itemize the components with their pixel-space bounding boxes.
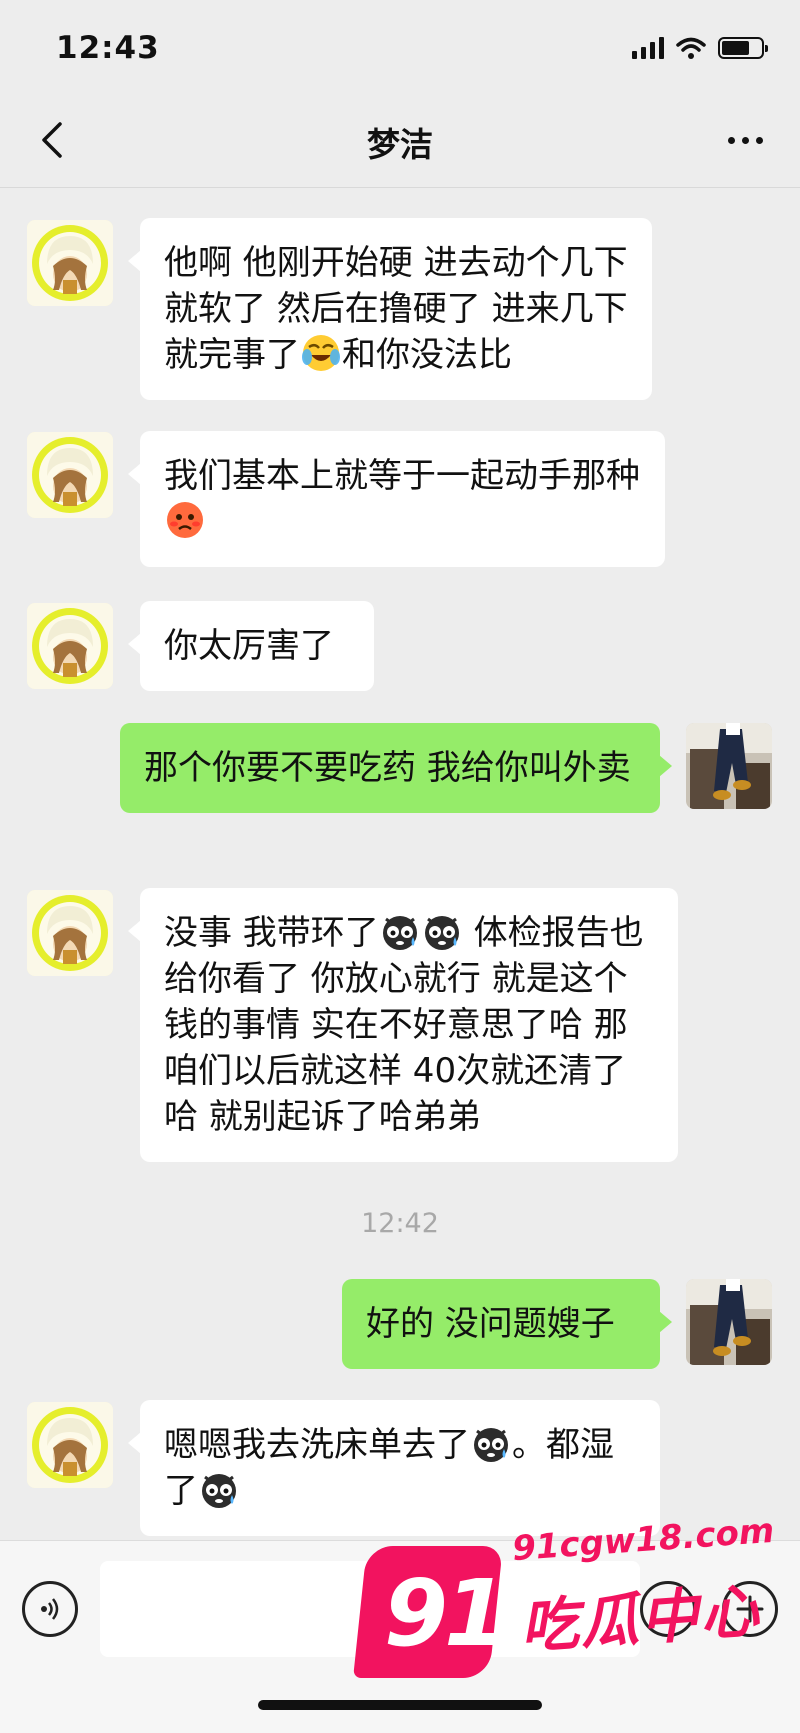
contact-avatar[interactable]	[27, 432, 113, 518]
home-indicator	[258, 1700, 542, 1710]
blush-emoji-icon	[165, 500, 205, 540]
status-bar: 12:43	[0, 0, 800, 96]
message-bubble-incoming[interactable]: 没事 我带环了 体检报告也给你看了 你放心就行 就是这个钱的事情 实在不好意思了…	[128, 888, 678, 1162]
battery-icon	[718, 37, 768, 59]
chat-title: 梦洁	[367, 125, 433, 164]
more-options-button[interactable]	[720, 118, 770, 162]
chat-header: 梦洁	[0, 96, 800, 188]
battery-level	[722, 41, 749, 55]
contact-avatar[interactable]	[27, 1402, 113, 1488]
message-text: 和你没法比	[342, 335, 512, 375]
message-text: 我们基本上就等于一起动手那种	[164, 456, 640, 496]
contact-avatar[interactable]	[27, 603, 113, 689]
message-text: 嗯嗯我去洗床单去了	[164, 1425, 470, 1465]
status-icons	[632, 36, 768, 60]
message-bubble-incoming[interactable]: 嗯嗯我去洗床单去了 。都湿了	[128, 1400, 660, 1536]
message-bubble-outgoing[interactable]: 好的 没问题嫂子	[342, 1279, 672, 1369]
message-text: 你太厉害了	[164, 626, 334, 666]
user-avatar[interactable]	[686, 1279, 772, 1365]
more-dots-icon	[727, 136, 735, 144]
watermark-number: 91	[384, 1560, 508, 1667]
wifi-icon	[676, 37, 706, 59]
sweat-emoji-icon	[471, 1423, 511, 1463]
watermark-name: 吃瓜中心	[518, 1576, 763, 1662]
voice-icon	[41, 1598, 59, 1620]
sweat-emoji-icon	[380, 911, 420, 951]
voice-input-button[interactable]	[22, 1581, 78, 1637]
message-text: 那个你要不要吃药 我给你叫外卖	[144, 748, 631, 788]
message-bubble-incoming[interactable]: 我们基本上就等于一起动手那种	[128, 431, 665, 567]
sweat-emoji-icon	[199, 1469, 239, 1509]
message-text: 没事 我带环了	[164, 913, 379, 953]
message-text: 好的 没问题嫂子	[366, 1304, 615, 1344]
cellular-signal-icon	[632, 37, 664, 59]
contact-avatar[interactable]	[27, 220, 113, 306]
status-time: 12:43	[56, 30, 160, 66]
contact-avatar[interactable]	[27, 890, 113, 976]
message-bubble-incoming[interactable]: 他啊 他刚开始硬 进去动个几下就软了 然后在撸硬了 进来几下就完事了 和你没法比	[128, 218, 652, 400]
user-avatar[interactable]	[686, 723, 772, 809]
message-bubble-outgoing[interactable]: 那个你要不要吃药 我给你叫外卖	[120, 723, 672, 813]
time-separator: 12:42	[361, 1208, 439, 1239]
message-bubble-incoming[interactable]: 你太厉害了	[128, 601, 374, 691]
laugh-cry-emoji-icon	[301, 333, 341, 373]
sweat-emoji-icon	[422, 911, 462, 951]
